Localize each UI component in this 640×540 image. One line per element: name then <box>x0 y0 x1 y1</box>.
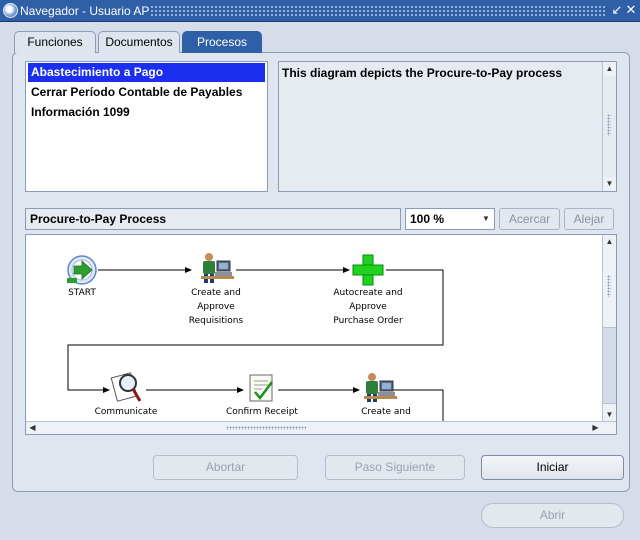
person-at-computer-icon[interactable] <box>201 253 234 283</box>
diagram-vertical-scrollbar[interactable]: ▲ ▼ <box>602 235 616 422</box>
scroll-left-icon[interactable]: ◀ <box>26 422 39 434</box>
magnifier-document-icon[interactable] <box>110 372 142 402</box>
abort-button[interactable]: Abortar <box>153 455 298 480</box>
process-item-abastecimiento[interactable]: Abastecimiento a Pago <box>28 63 265 82</box>
tab-documentos[interactable]: Documentos <box>98 31 180 53</box>
description-scrollbar[interactable]: ▲ ▼ <box>602 62 616 191</box>
start-arrow-icon[interactable] <box>67 255 97 285</box>
restore-window-icon[interactable]: ↙ <box>610 2 624 18</box>
process-list[interactable]: Abastecimiento a Pago Cerrar Período Con… <box>25 61 268 192</box>
next-step-button[interactable]: Paso Siguiente <box>325 455 465 480</box>
zoom-in-button[interactable]: Acercar <box>499 208 560 230</box>
scroll-up-icon[interactable]: ▲ <box>603 235 616 249</box>
diagram-horizontal-scrollbar[interactable]: ◀ ▶ <box>26 421 616 434</box>
node-label: Create and <box>191 288 241 298</box>
process-item-cerrar-periodo[interactable]: Cerrar Período Contable de Payables <box>28 83 265 102</box>
scroll-down-icon[interactable]: ▼ <box>603 177 616 191</box>
node-label: Purchase Order <box>333 316 403 326</box>
scroll-grip-icon <box>607 114 611 136</box>
node-label: Requisitions <box>189 316 244 326</box>
process-description: This diagram depicts the Procure-to-Pay … <box>278 61 617 192</box>
open-button[interactable]: Abrir <box>481 503 624 528</box>
checklist-icon[interactable] <box>249 374 273 402</box>
node-label: Communicate <box>95 407 158 417</box>
scroll-down-icon[interactable]: ▼ <box>603 408 616 422</box>
node-label: START <box>68 288 96 298</box>
scroll-up-icon[interactable]: ▲ <box>603 62 616 76</box>
node-label: Approve <box>197 302 235 312</box>
node-label: Confirm Receipt <box>226 407 298 417</box>
process-diagram[interactable]: START Create and Approve Requisitions Au… <box>25 234 617 435</box>
node-label: Approve <box>349 302 387 312</box>
title-bar: Navegador - Usuario AP ↙ ✕ <box>0 0 640 22</box>
scroll-right-icon[interactable]: ▶ <box>589 422 602 434</box>
process-item-informacion-1099[interactable]: Información 1099 <box>28 103 265 122</box>
process-diagram-svg: START Create and Approve Requisitions Au… <box>67 253 444 425</box>
node-label: Autocreate and <box>333 288 402 298</box>
oracle-globe-icon <box>3 3 18 18</box>
title-bar-grip <box>150 5 606 16</box>
start-button[interactable]: Iniciar <box>481 455 624 480</box>
scroll-grip-icon <box>226 426 306 430</box>
person-at-computer-icon[interactable] <box>364 373 397 402</box>
green-plus-icon[interactable] <box>352 254 384 286</box>
zoom-value: 100 % <box>410 212 445 226</box>
diagram-arrowheads <box>103 267 360 393</box>
window-title: Navegador - Usuario AP <box>20 4 150 18</box>
close-window-icon[interactable]: ✕ <box>624 2 638 18</box>
zoom-select[interactable]: 100 % ▼ <box>405 208 495 230</box>
diagram-title: Procure-to-Pay Process <box>25 208 401 230</box>
vertical-scroll-thumb[interactable] <box>603 327 616 404</box>
tab-procesos[interactable]: Procesos <box>182 31 262 53</box>
tab-funciones[interactable]: Funciones <box>14 31 96 53</box>
node-label: Create and <box>361 407 411 417</box>
scroll-grip-icon <box>607 275 611 297</box>
chevron-down-icon[interactable]: ▼ <box>480 212 492 226</box>
zoom-out-button[interactable]: Alejar <box>564 208 614 230</box>
description-text: This diagram depicts the Procure-to-Pay … <box>282 66 563 80</box>
